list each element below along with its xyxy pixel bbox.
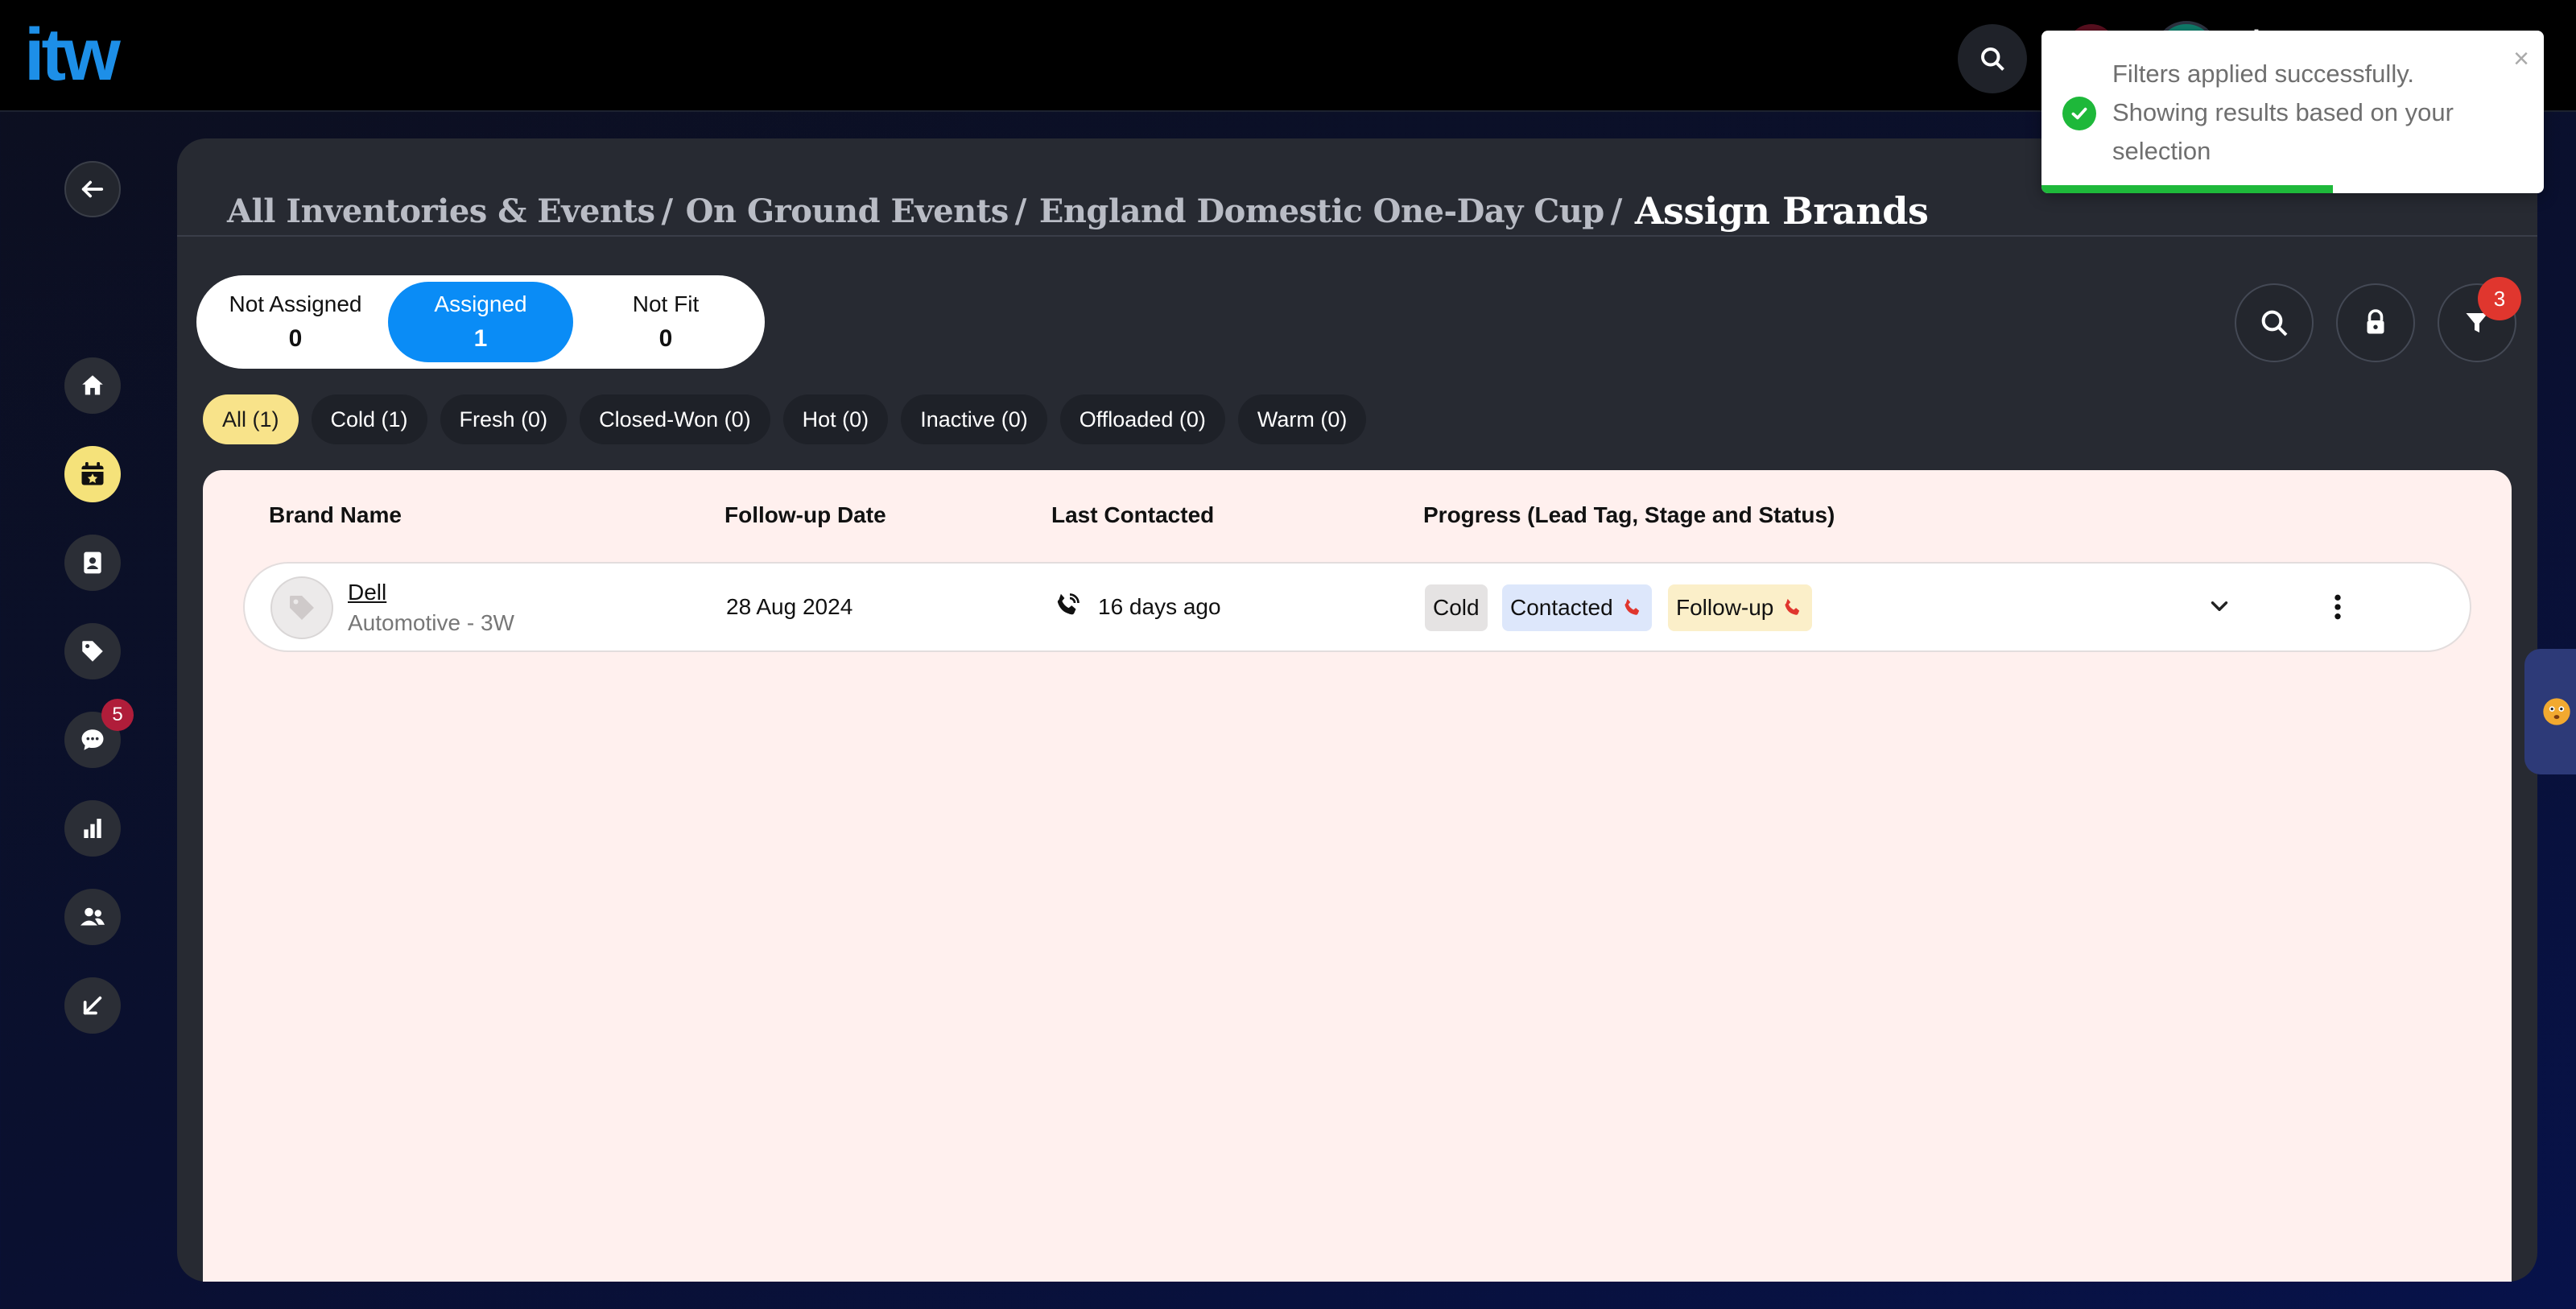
tag-icon (82, 641, 103, 662)
chip-warm[interactable]: Warm (0) (1237, 394, 1367, 444)
lead-tag-filter-chips: All (1) Cold (1) Fresh (0) Closed-Won (0… (203, 394, 1367, 444)
breadcrumb-item-on-ground-events[interactable]: On Ground Events (686, 192, 1009, 230)
table-row[interactable]: Dell Automotive - 3W 28 Aug 2024 16 days… (243, 562, 2471, 652)
expand-row-button[interactable] (2206, 593, 2233, 626)
breadcrumb-separator: / (1014, 192, 1027, 230)
success-toast: Filters applied successfully. Showing re… (2041, 31, 2544, 193)
last-contacted: 16 days ago (1098, 594, 1221, 619)
column-header-follow-up-date: Follow-up Date (724, 502, 886, 527)
lock-button[interactable] (2336, 283, 2415, 362)
arrow-down-left-icon (83, 996, 102, 1015)
column-header-brand-name: Brand Name (269, 502, 402, 527)
global-search-button[interactable] (1958, 24, 2027, 93)
page-title: Assign Brands (1634, 189, 1929, 233)
app-logo[interactable]: itw (24, 18, 121, 92)
stage-badge: Contacted (1502, 584, 1652, 631)
contacts-icon (84, 551, 101, 574)
chat-icon (81, 729, 104, 750)
sidebar-item-home[interactable] (64, 357, 121, 414)
breadcrumb-separator: / (661, 192, 674, 230)
lead-tag-label: Cold (1433, 595, 1480, 620)
tag-icon (290, 596, 314, 620)
column-header-progress: Progress (Lead Tag, Stage and Status) (1423, 502, 1835, 527)
sidebar-item-messages[interactable]: 5 (64, 699, 134, 768)
header-divider (177, 235, 2537, 237)
feedback-widget[interactable] (2524, 649, 2576, 774)
arrow-left-icon (81, 180, 104, 198)
sidebar-item-team[interactable] (64, 889, 121, 945)
stage-label: Contacted (1510, 595, 1613, 620)
segment-count: 0 (658, 325, 673, 352)
more-vertical-icon (2334, 594, 2341, 620)
chip-offloaded[interactable]: Offloaded (0) (1059, 394, 1225, 444)
messages-badge: 5 (101, 699, 134, 731)
sidebar-item-tags[interactable] (64, 623, 121, 679)
search-icon (1981, 47, 2004, 71)
lead-tag-badge: Cold (1425, 584, 1488, 631)
chip-inactive[interactable]: Inactive (0) (901, 394, 1047, 444)
toast-message: Filters applied successfully. Showing re… (2112, 60, 2454, 165)
chip-all[interactable]: All (1) (203, 394, 299, 444)
breadcrumb-item-inventories[interactable]: All Inventories & Events (227, 192, 655, 230)
filter-button[interactable]: 3 (2438, 277, 2521, 362)
bar-chart-icon (84, 819, 101, 838)
segment-label: Not Assigned (229, 291, 362, 316)
home-icon (82, 375, 103, 395)
status-label: Follow-up (1676, 595, 1774, 620)
row-menu-button[interactable] (2322, 589, 2354, 630)
assignment-segmented-control: Not Assigned 0 Assigned 1 Not Fit 0 (196, 275, 765, 369)
sidebar-item-collapse[interactable] (64, 977, 121, 1034)
brand-avatar (270, 576, 333, 639)
brand-name-link[interactable]: Dell (348, 580, 386, 605)
sidebar-item-events[interactable] (64, 446, 121, 502)
segment-label: Not Fit (632, 291, 700, 316)
brands-table: Brand Name Follow-up Date Last Contacted… (203, 470, 2512, 1282)
status-badge: Follow-up (1668, 584, 1813, 631)
calendar-icon (81, 462, 104, 485)
phone-call-icon (1053, 591, 1082, 626)
chip-hot[interactable]: Hot (0) (782, 394, 889, 444)
check-icon (2062, 97, 2096, 130)
segment-label: Assigned (434, 291, 527, 316)
close-icon[interactable]: × (2513, 43, 2529, 75)
filter-count-badge: 3 (2478, 277, 2521, 320)
chevron-down-icon (2211, 601, 2228, 611)
sidebar-item-contacts[interactable] (64, 535, 121, 591)
segment-count: 1 (473, 325, 488, 352)
main-panel: All Inventories & Events / On Ground Eve… (177, 138, 2537, 1282)
back-button[interactable] (64, 161, 121, 217)
chip-cold[interactable]: Cold (1) (311, 394, 427, 444)
follow-up-date: 28 Aug 2024 (726, 594, 853, 619)
breadcrumb-separator: / (1610, 192, 1623, 230)
users-icon (80, 907, 105, 926)
phone-icon (1624, 598, 1639, 615)
chip-closed-won[interactable]: Closed-Won (0) (580, 394, 770, 444)
segment-not-fit[interactable]: Not Fit 0 (573, 282, 758, 362)
phone-icon (1785, 598, 1800, 615)
column-header-last-contacted: Last Contacted (1051, 502, 1215, 527)
segment-count: 0 (288, 325, 303, 352)
segment-not-assigned[interactable]: Not Assigned 0 (203, 282, 388, 362)
toast-progress-bar (2041, 185, 2333, 193)
breadcrumb-item-event[interactable]: England Domestic One-Day Cup (1039, 192, 1604, 230)
sidebar-item-reports[interactable] (64, 800, 121, 857)
emoji-icon (2543, 698, 2570, 725)
lock-icon (2367, 309, 2384, 334)
search-icon (2261, 310, 2288, 337)
search-button[interactable] (2235, 283, 2314, 362)
breadcrumb: All Inventories & Events / On Ground Eve… (227, 163, 1929, 259)
chip-fresh[interactable]: Fresh (0) (440, 394, 568, 444)
segment-assigned[interactable]: Assigned 1 (388, 282, 573, 362)
brand-category: Automotive - 3W (348, 610, 514, 635)
